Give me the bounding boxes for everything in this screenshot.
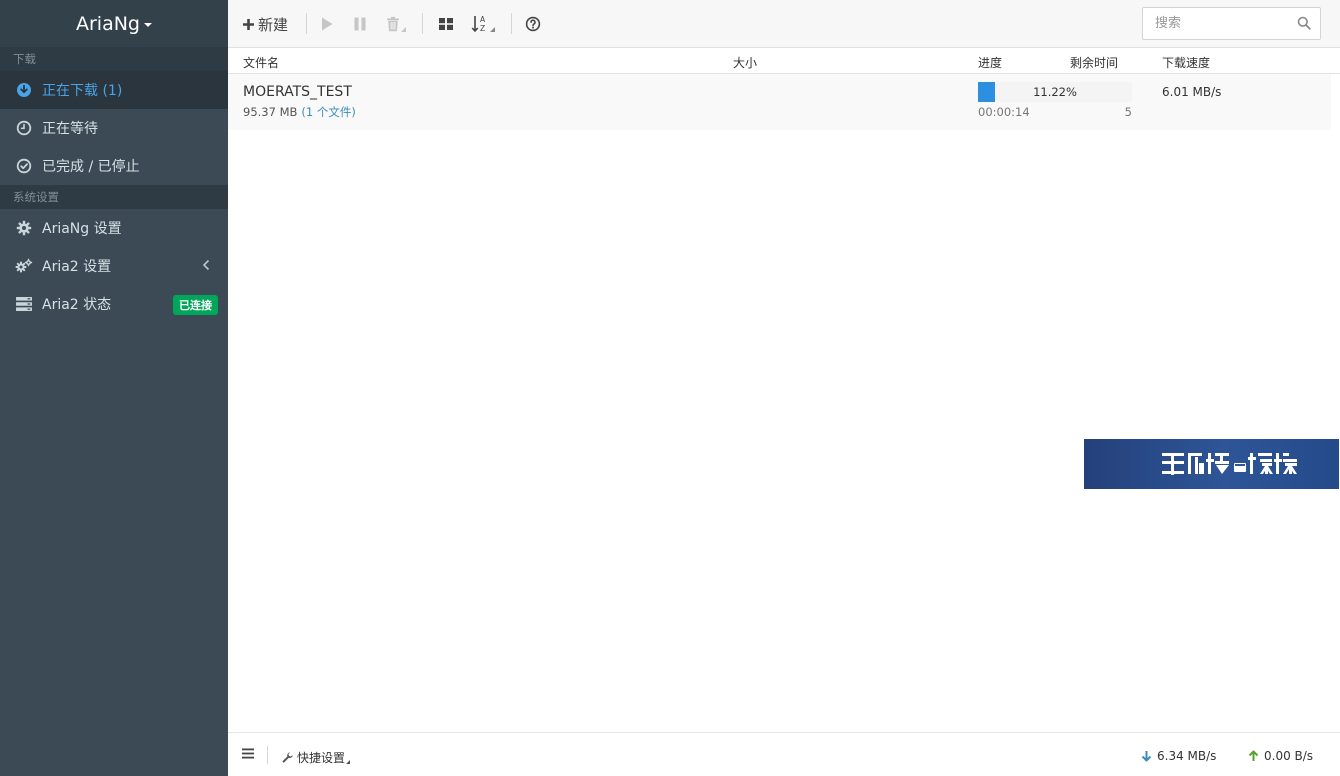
gears-icon: [15, 257, 33, 275]
sidebar-item-ariang-settings[interactable]: AriaNg 设置: [0, 209, 228, 247]
header-file-name[interactable]: 文件名: [243, 54, 279, 71]
plus-icon: [242, 18, 255, 31]
status-badge: 已连接: [173, 295, 218, 315]
task-table-header: 文件名 大小 进度 剩余时间 下载速度: [228, 49, 1340, 74]
progress-text: 11.22%: [1033, 85, 1077, 99]
arrow-up-icon: [1248, 750, 1259, 762]
sidebar: AriaNg 下载 正在下载 (1) 正在等待 已完成 / 已停止 系统设置 A…: [0, 0, 228, 776]
search-icon[interactable]: [1297, 16, 1311, 34]
search-box: [1142, 7, 1321, 40]
dropdown-triangle-icon: [490, 26, 495, 32]
header-progress[interactable]: 进度: [978, 54, 1002, 71]
footer-divider: [267, 746, 268, 764]
pause-icon: [353, 16, 367, 32]
global-download-speed: 6.34 MB/s: [1141, 749, 1216, 763]
hamburger-menu-icon[interactable]: [242, 748, 254, 762]
quick-settings-button[interactable]: 快捷设置: [282, 749, 351, 766]
play-icon: [320, 16, 334, 32]
task-name[interactable]: MOERATS_TEST: [243, 84, 352, 100]
toolbar-divider: [511, 13, 512, 34]
download-speed-value: 6.34 MB/s: [1157, 749, 1217, 763]
gear-icon: [15, 219, 33, 237]
progress-bar: 11.22%: [978, 82, 1132, 102]
arrow-down-icon: [1141, 750, 1152, 762]
sidebar-item-waiting[interactable]: 正在等待: [0, 109, 228, 147]
help-button[interactable]: [525, 12, 541, 36]
toolbar-divider: [422, 13, 423, 34]
search-input[interactable]: [1143, 8, 1283, 39]
wrench-icon: [282, 751, 294, 764]
task-size-line: 95.37 MB (1 个文件): [243, 104, 356, 120]
select-all-button[interactable]: [438, 12, 454, 36]
sidebar-item-stopped[interactable]: 已完成 / 已停止: [0, 147, 228, 185]
sidebar-item-label: Aria2 设置: [42, 259, 112, 275]
header-download-speed[interactable]: 下载速度: [1162, 54, 1210, 71]
dropdown-triangle-icon: [401, 26, 406, 32]
table-row[interactable]: MOERATS_TEST 95.37 MB (1 个文件) 11.22% 00:0…: [228, 74, 1331, 130]
brand-title: AriaNg: [75, 12, 140, 35]
start-button[interactable]: [320, 12, 334, 36]
sort-alpha-icon: AZ: [471, 14, 489, 34]
new-task-label: 新建: [258, 15, 289, 34]
status-footer: 快捷设置 6.34 MB/s 0.00 B/s: [228, 732, 1340, 776]
task-size: 95.37 MB: [243, 105, 298, 119]
sidebar-item-label: AriaNg 设置: [42, 221, 122, 237]
sidebar-item-label: 正在等待: [42, 121, 98, 137]
sidebar-item-label: 已完成 / 已停止: [42, 159, 140, 175]
dropdown-triangle-icon: [346, 759, 351, 764]
header-size[interactable]: 大小: [733, 54, 757, 71]
brand-menu[interactable]: AriaNg: [0, 0, 228, 47]
download-circle-icon: [15, 81, 33, 99]
quick-settings-label: 快捷设置: [297, 751, 346, 765]
sidebar-item-aria2-status[interactable]: Aria2 状态 已连接: [0, 285, 228, 323]
task-file-count-link[interactable]: (1 个文件): [301, 105, 355, 119]
connections-count: 5: [1124, 105, 1132, 119]
remaining-time: 00:00:14: [978, 105, 1030, 119]
question-circle-icon: [525, 16, 541, 32]
sidebar-item-label: 正在下载 (1): [42, 83, 123, 99]
sort-button[interactable]: AZ: [471, 12, 495, 36]
sidebar-item-label: Aria2 状态: [42, 297, 112, 313]
server-icon: [15, 295, 33, 313]
header-remaining-time[interactable]: 剩余时间: [1070, 54, 1118, 71]
section-header-download: 下载: [0, 47, 228, 71]
section-header-settings: 系统设置: [0, 185, 228, 209]
new-task-button[interactable]: 新建: [242, 12, 288, 36]
svg-text:A: A: [480, 15, 486, 24]
sidebar-item-downloading[interactable]: 正在下载 (1): [0, 71, 228, 109]
global-upload-speed: 0.00 B/s: [1248, 749, 1313, 763]
chevron-left-icon: [202, 259, 210, 275]
trash-icon: [386, 16, 400, 32]
upload-speed-value: 0.00 B/s: [1264, 749, 1314, 763]
delete-button[interactable]: [386, 12, 406, 36]
caret-down-icon: [144, 22, 152, 27]
toolbar-divider: [306, 13, 307, 34]
pause-button[interactable]: [353, 12, 367, 36]
check-circle-icon: [15, 157, 33, 175]
download-speed: 6.01 MB/s: [1162, 85, 1222, 99]
clock-icon: [15, 119, 33, 137]
grid-icon: [438, 16, 454, 32]
sidebar-item-aria2-settings[interactable]: Aria2 设置: [0, 247, 228, 285]
toolbar: 新建 AZ: [228, 0, 1340, 48]
svg-text:Z: Z: [480, 24, 485, 33]
watermark-logo: [1084, 439, 1339, 489]
